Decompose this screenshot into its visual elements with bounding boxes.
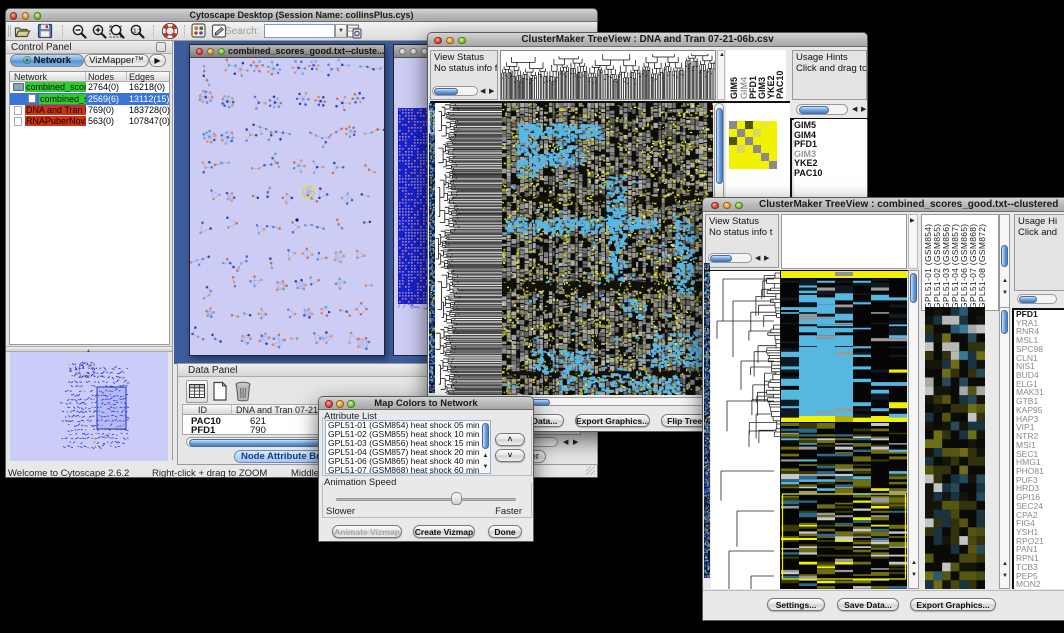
svg-text:GIM5: GIM5 [729, 77, 739, 99]
svg-text:GPL51-08 (GSM872): GPL51-08 (GSM872) [977, 224, 987, 309]
svg-text:PAC10: PAC10 [775, 71, 785, 99]
svg-text:1:1: 1:1 [133, 28, 141, 34]
